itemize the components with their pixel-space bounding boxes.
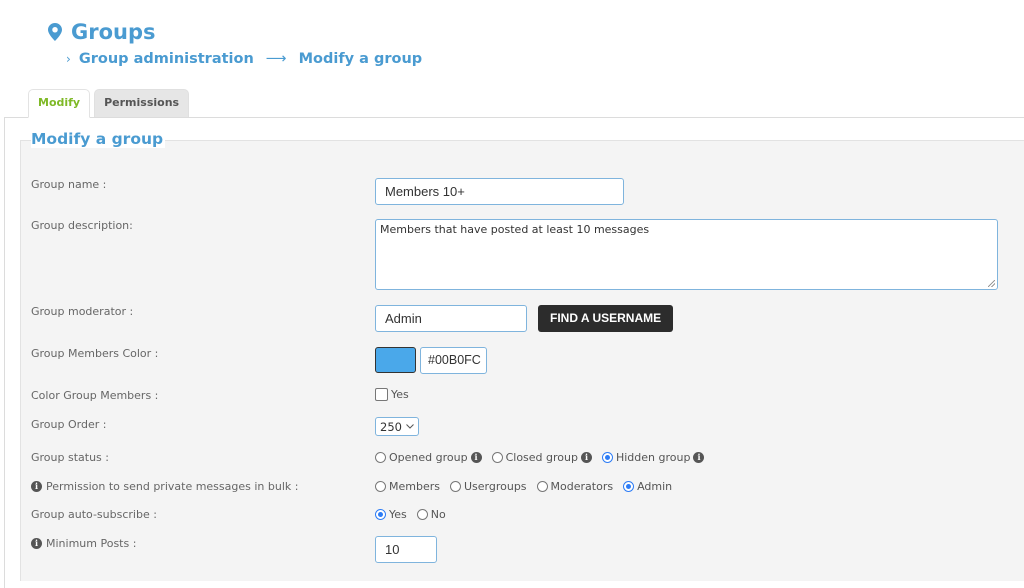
group-description-label-text: Group description:	[31, 219, 133, 232]
group-description-label: Group description:	[31, 219, 133, 232]
page-title-text: Groups	[71, 20, 156, 44]
members-color-label-text: Group Members Color :	[31, 347, 159, 360]
bulk-pm-label-text: Permission to send private messages in b…	[46, 480, 299, 493]
tab-permissions[interactable]: Permissions	[94, 89, 190, 118]
members-color-label: Group Members Color :	[31, 347, 158, 360]
group-order-select[interactable]: 250	[375, 417, 419, 436]
minimum-posts-input[interactable]: 10	[375, 536, 437, 563]
radio-admin-button[interactable]	[623, 481, 635, 492]
group-status-radio-group: Opened group i Closed group i Hidden gro…	[375, 451, 705, 464]
radio-hidden-group-button[interactable]	[601, 452, 613, 463]
radio-auto-subscribe-yes-button[interactable]	[375, 509, 386, 520]
radio-admin-label: Admin	[637, 480, 673, 493]
radio-members-label: Members	[389, 480, 440, 493]
breadcrumb-group-administration[interactable]: Group administration	[79, 51, 254, 67]
color-group-members-option-label: Yes	[391, 388, 409, 401]
radio-members-button[interactable]	[375, 481, 386, 492]
radio-moderators-button[interactable]	[536, 481, 548, 492]
info-icon[interactable]: i	[693, 452, 705, 463]
group-description-text: Members that have posted at least 10 mes…	[380, 223, 650, 236]
tab-bar: Modify Permissions	[28, 89, 190, 118]
find-username-button[interactable]: FIND A USERNAME	[538, 305, 674, 332]
radio-auto-subscribe-no-button[interactable]	[416, 509, 428, 520]
color-hex-input[interactable]: #00B0FC	[420, 347, 487, 374]
radio-closed-group-button[interactable]	[491, 452, 503, 463]
radio-usergroups[interactable]: Usergroups	[449, 480, 527, 493]
info-icon[interactable]: i	[31, 481, 42, 492]
modify-group-fieldset	[20, 140, 1024, 581]
minimum-posts-label: i Minimum Posts :	[31, 537, 136, 550]
color-group-members-checkbox[interactable]	[375, 388, 388, 401]
radio-moderators-label: Moderators	[550, 480, 614, 493]
info-icon[interactable]: i	[470, 452, 482, 463]
color-group-members-field: Yes	[375, 388, 409, 401]
group-name-input[interactable]: Members 10+	[375, 178, 624, 205]
resize-handle-icon[interactable]	[988, 280, 995, 287]
radio-closed-group[interactable]: Closed group i	[491, 451, 592, 464]
page-title: Groups	[48, 20, 156, 44]
group-description-textarea[interactable]: Members that have posted at least 10 mes…	[375, 219, 998, 290]
radio-auto-subscribe-no-label: No	[430, 508, 446, 521]
tab-modify[interactable]: Modify	[28, 89, 91, 118]
group-moderator-label-text: Group moderator :	[31, 305, 134, 318]
color-group-members-label: Color Group Members :	[31, 389, 158, 402]
group-order-label: Group Order :	[31, 418, 106, 431]
chevron-down-icon	[406, 424, 414, 429]
auto-subscribe-label-text: Group auto-subscribe :	[31, 508, 157, 521]
breadcrumb-modify-group[interactable]: Modify a group	[299, 51, 423, 67]
chevron-right-icon: ›	[66, 52, 71, 66]
group-status-label-text: Group status :	[31, 451, 109, 464]
color-swatch-button[interactable]	[375, 347, 416, 373]
radio-usergroups-label: Usergroups	[463, 480, 527, 493]
group-moderator-input[interactable]: Admin	[375, 305, 527, 332]
group-status-label: Group status :	[31, 451, 109, 464]
group-name-label-text: Group name :	[31, 178, 107, 191]
radio-opened-group-label: Opened group	[389, 451, 468, 464]
group-order-value: 250	[380, 419, 402, 434]
minimum-posts-label-text: Minimum Posts :	[46, 537, 137, 550]
auto-subscribe-radio-group: Yes No	[375, 508, 446, 521]
radio-usergroups-button[interactable]	[449, 481, 461, 492]
radio-admin[interactable]: Admin	[623, 480, 672, 493]
breadcrumb: › Group administration ⟶ Modify a group	[66, 51, 422, 67]
bulk-pm-label: i Permission to send private messages in…	[31, 480, 298, 493]
radio-auto-subscribe-no[interactable]: No	[416, 508, 446, 521]
info-icon[interactable]: i	[31, 538, 42, 549]
map-pin-icon	[48, 23, 62, 41]
radio-hidden-group[interactable]: Hidden group i	[601, 451, 705, 464]
group-moderator-label: Group moderator :	[31, 305, 133, 318]
arrow-right-icon: ⟶	[265, 51, 287, 67]
auto-subscribe-label: Group auto-subscribe :	[31, 508, 157, 521]
group-name-label: Group name :	[31, 178, 106, 191]
bulk-pm-radio-group: Members Usergroups Moderators Admin	[375, 480, 672, 493]
radio-hidden-group-label: Hidden group	[615, 451, 691, 464]
radio-opened-group-button[interactable]	[375, 452, 386, 463]
group-order-label-text: Group Order :	[31, 418, 107, 431]
info-icon[interactable]: i	[580, 452, 592, 463]
radio-auto-subscribe-yes-label: Yes	[389, 508, 407, 521]
radio-opened-group[interactable]: Opened group i	[375, 451, 482, 464]
radio-moderators[interactable]: Moderators	[536, 480, 614, 493]
radio-closed-group-label: Closed group	[505, 451, 578, 464]
color-group-members-label-text: Color Group Members :	[31, 389, 159, 402]
radio-auto-subscribe-yes[interactable]: Yes	[375, 508, 407, 521]
fieldset-legend: Modify a group	[31, 130, 166, 148]
radio-members[interactable]: Members	[375, 480, 440, 493]
